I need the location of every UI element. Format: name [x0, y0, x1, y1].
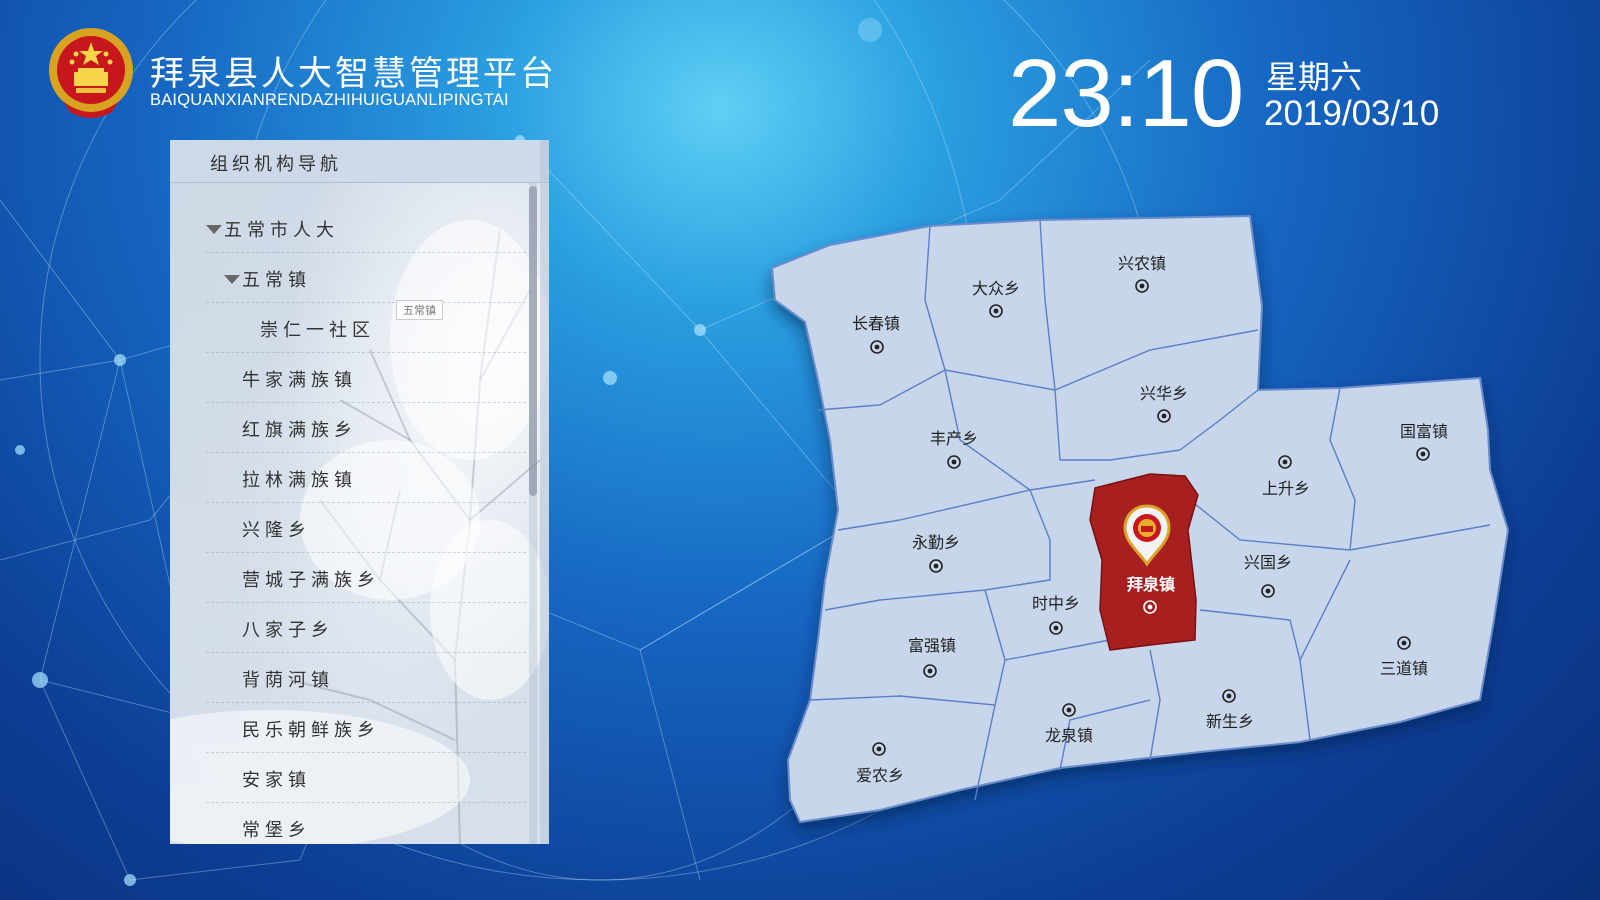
town-label: 丰产乡	[930, 429, 978, 448]
town-label: 兴华乡	[1140, 384, 1188, 403]
town-label: 大众乡	[972, 279, 1020, 298]
town-label: 上升乡	[1262, 479, 1310, 498]
town-label: 长春镇	[852, 314, 900, 333]
town-label: 三道镇	[1380, 659, 1428, 678]
town-label: 龙泉镇	[1045, 726, 1093, 745]
town-label: 兴国乡	[1244, 553, 1292, 572]
town-label: 新生乡	[1206, 712, 1254, 731]
town-label: 兴农镇	[1118, 254, 1166, 273]
town-label: 永勤乡	[912, 533, 960, 552]
town-label: 富强镇	[908, 636, 956, 655]
town-label: 国富镇	[1400, 422, 1448, 441]
town-label: 时中乡	[1032, 594, 1080, 613]
town-label: 爱农乡	[856, 766, 904, 785]
county-map: 长春镇 大众乡 兴农镇 兴华乡 丰产乡 国富镇 上升乡 永勤乡 拜泉镇 兴国乡 …	[770, 214, 1510, 824]
selected-town-label: 拜泉镇	[1127, 575, 1175, 594]
